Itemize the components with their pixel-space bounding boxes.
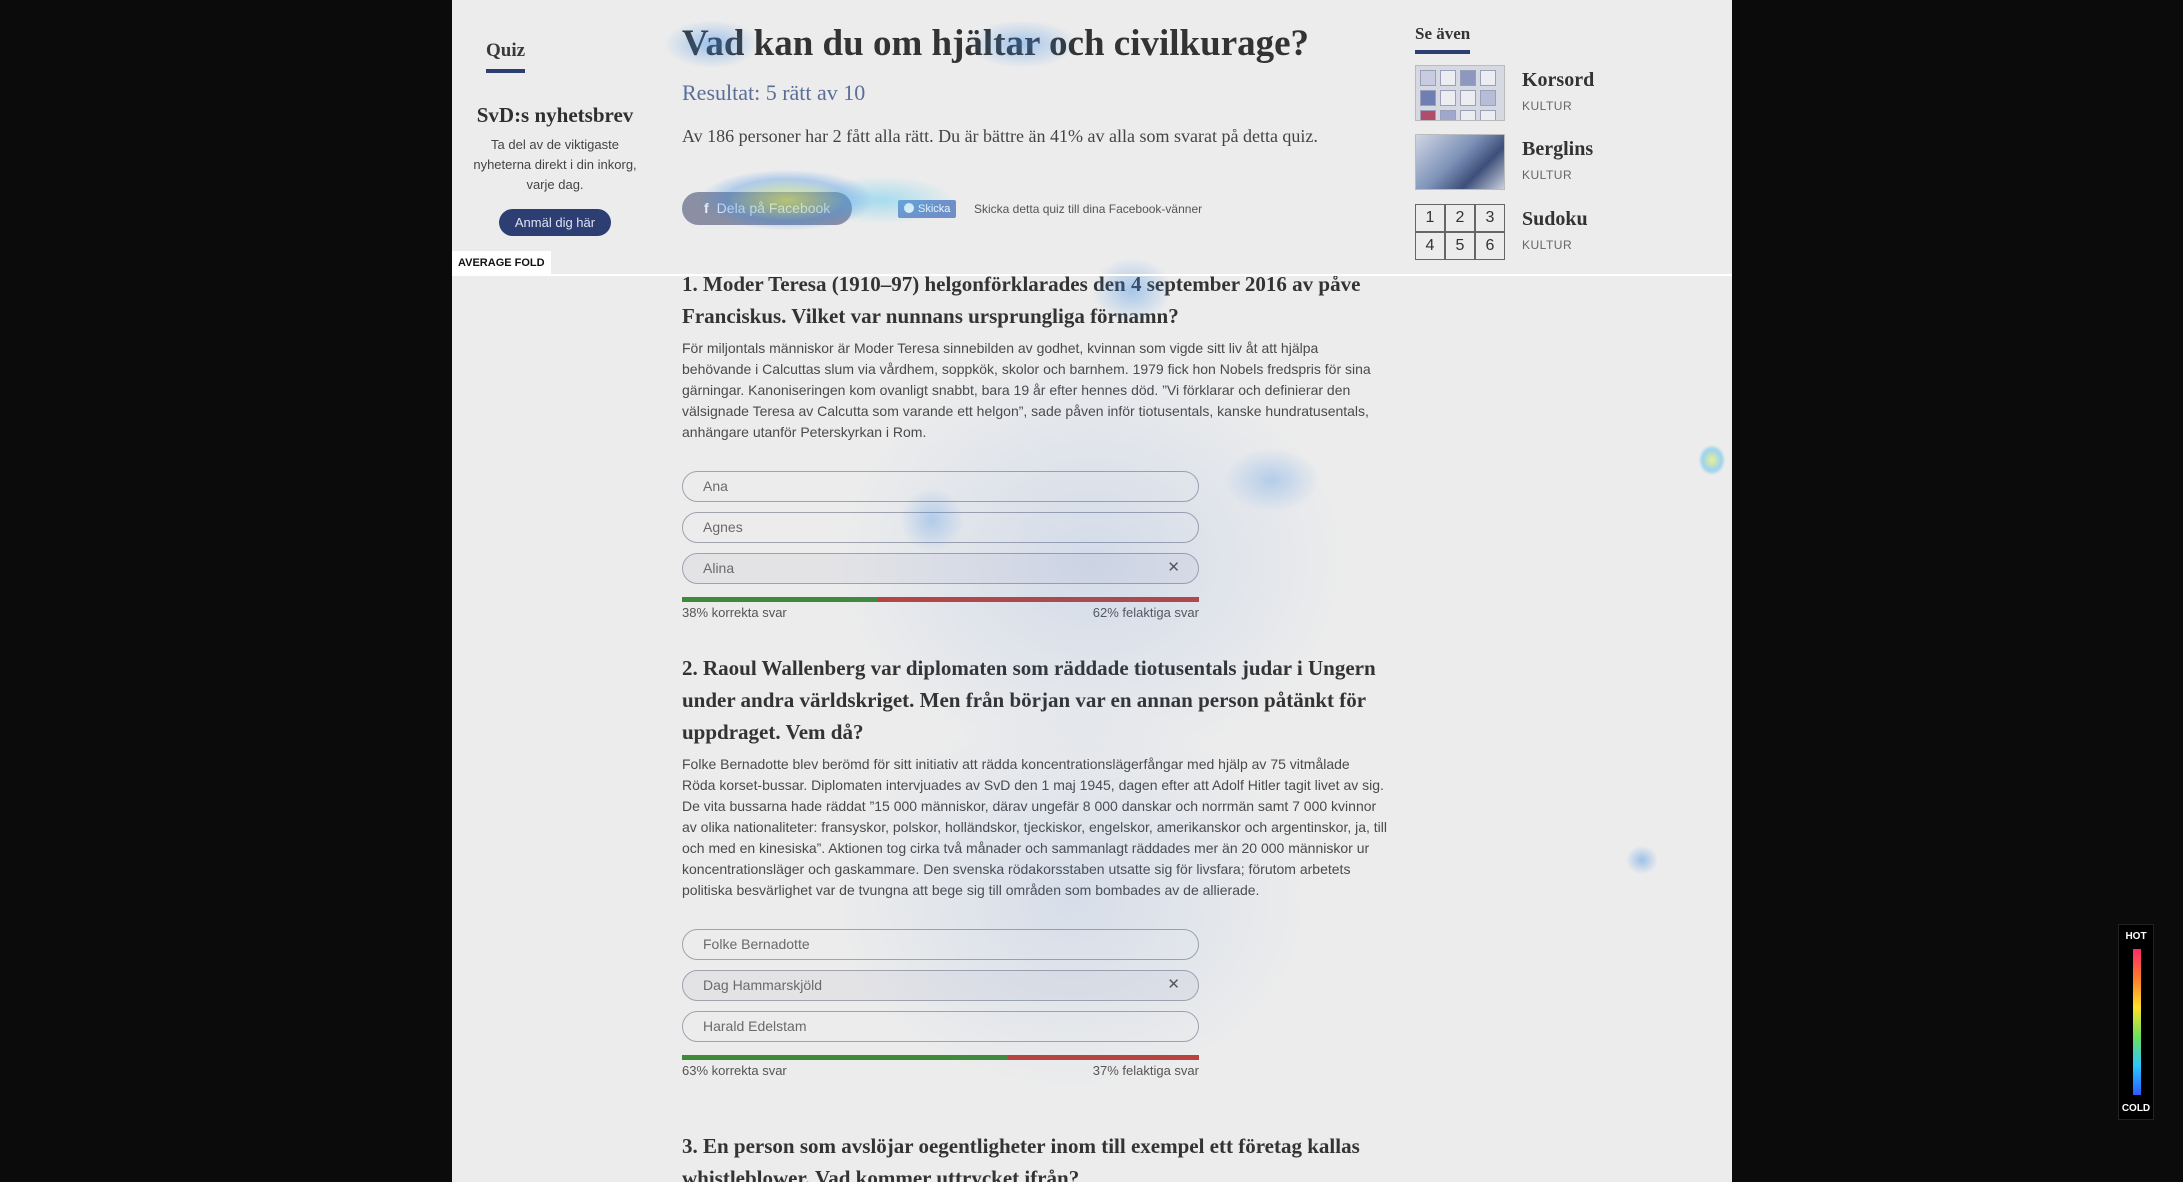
sudoku-cell: 5 [1445, 232, 1475, 260]
messenger-share-text: Skicka detta quiz till dina Facebook-vän… [974, 202, 1203, 216]
sudoku-cell: 1 [1415, 204, 1445, 232]
question-2: 2. Raoul Wallenberg var diplomaten som r… [682, 652, 1387, 1083]
answer-option[interactable]: Folke Bernadotte [682, 929, 1199, 960]
share-row: f Dela på Facebook Skicka Skicka detta qu… [682, 192, 1387, 226]
question-title: 3. En person som avslöjar oegentligheter… [682, 1134, 1360, 1182]
question-text: Folke Bernadotte blev berömd för sitt in… [682, 756, 1388, 898]
question-title: 2. Raoul Wallenberg var diplomaten som r… [682, 656, 1376, 744]
related-item-sudoku[interactable]: 1 2 3 4 5 6 Sudoku KULTUR [1415, 204, 1665, 260]
left-column: Quiz SvD:s nyhetsbrev Ta del av de vikti… [452, 0, 645, 1182]
answer-stats-labels: 63% korrekta svar 37% felaktiga svar [682, 1063, 1199, 1083]
facebook-share-label: Dela på Facebook [716, 200, 831, 216]
question-text: För miljontals människor är Moder Teresa… [682, 340, 1371, 440]
related-item-title: Berglins [1522, 138, 1594, 160]
related-item-title: Korsord [1522, 69, 1595, 91]
facebook-icon: f [704, 200, 709, 216]
question-title: 1. Moder Teresa (1910–97) helgonförklara… [682, 272, 1361, 328]
heat-legend: HOT COLD [2118, 924, 2154, 1120]
crossword-thumbnail [1415, 65, 1505, 121]
page-title: Vad kan du om hjältar och civilkurage? [682, 23, 1310, 64]
newsletter-box: SvD:s nyhetsbrev Ta del av de viktigaste… [470, 104, 640, 236]
average-fold-label: AVERAGE FOLD [452, 251, 551, 275]
answer-label: Alina [703, 560, 735, 576]
legend-hot-label: HOT [2125, 931, 2147, 942]
wrong-pct-label: 62% felaktiga svar [1092, 605, 1199, 620]
related-item-tag: KULTUR [1522, 99, 1573, 113]
correct-share-fill [682, 597, 879, 602]
legend-cold-label: COLD [2121, 1103, 2151, 1114]
correct-pct-label: 63% korrekta svar [682, 1063, 787, 1078]
legend-gradient [2133, 949, 2141, 1095]
answer-label: Folke Bernadotte [703, 936, 810, 952]
sudoku-cell: 2 [1445, 204, 1475, 232]
related-item-tag: KULTUR [1522, 238, 1573, 252]
answer-stats-labels: 38% korrekta svar 62% felaktiga svar [682, 605, 1199, 625]
answer-label: Agnes [703, 519, 743, 535]
answer-option[interactable]: Ana [682, 471, 1199, 502]
average-fold-line [452, 274, 1732, 276]
wrong-answer-icon: ✕ [1167, 559, 1180, 576]
see-also-heading: Se även [1415, 24, 1471, 54]
quiz-result: Resultat: 5 rätt av 10 [682, 80, 866, 105]
correct-pct-label: 38% korrekta svar [682, 605, 787, 620]
answer-stats-bar [682, 597, 1199, 602]
question-1: 1. Moder Teresa (1910–97) helgonförklara… [682, 268, 1387, 625]
sudoku-cell: 6 [1475, 232, 1505, 260]
messenger-send-button[interactable]: Skicka [898, 200, 957, 218]
sudoku-cell: 3 [1475, 204, 1505, 232]
quiz-summary: Av 186 personer har 2 fått alla rätt. Du… [682, 126, 1318, 146]
sudoku-thumbnail: 1 2 3 4 5 6 [1415, 204, 1505, 260]
answer-label: Harald Edelstam [703, 1018, 807, 1034]
correct-share-fill [682, 1055, 1008, 1060]
messenger-icon [904, 203, 914, 213]
answer-stats-bar [682, 1055, 1199, 1060]
newsletter-signup-button[interactable]: Anmäl dig här [498, 209, 612, 236]
answer-options: Ana Agnes Alina ✕ [682, 471, 1199, 584]
answer-option-selected-wrong[interactable]: Dag Hammarskjöld ✕ [682, 970, 1199, 1001]
answer-label: Ana [703, 478, 728, 494]
related-item-korsord[interactable]: Korsord KULTUR [1415, 65, 1665, 121]
answer-option-selected-wrong[interactable]: Alina ✕ [682, 553, 1199, 584]
answer-option[interactable]: Agnes [682, 512, 1199, 543]
sudoku-cell: 4 [1415, 232, 1445, 260]
wrong-answer-icon: ✕ [1167, 976, 1180, 993]
related-item-tag: KULTUR [1522, 168, 1573, 182]
wrong-pct-label: 37% felaktiga svar [1092, 1063, 1199, 1078]
comic-thumbnail [1415, 134, 1505, 190]
answer-option[interactable]: Harald Edelstam [682, 1011, 1199, 1042]
facebook-share-button[interactable]: f Dela på Facebook [682, 192, 853, 225]
newsletter-text: Ta del av de viktigaste nyheterna direkt… [473, 137, 637, 192]
quiz-nav-link[interactable]: Quiz [486, 40, 526, 73]
question-3: 3. En person som avslöjar oegentligheter… [682, 1130, 1387, 1182]
quiz-page: Quiz SvD:s nyhetsbrev Ta del av de vikti… [452, 0, 1732, 1182]
answer-options: Folke Bernadotte Dag Hammarskjöld ✕ Haral… [682, 929, 1199, 1042]
answer-label: Dag Hammarskjöld [703, 977, 823, 993]
newsletter-title: SvD:s nyhetsbrev [476, 103, 634, 127]
related-item-title: Sudoku [1522, 208, 1588, 230]
messenger-send-label: Skicka [918, 203, 951, 215]
related-item-berglins[interactable]: Berglins KULTUR [1415, 134, 1665, 190]
